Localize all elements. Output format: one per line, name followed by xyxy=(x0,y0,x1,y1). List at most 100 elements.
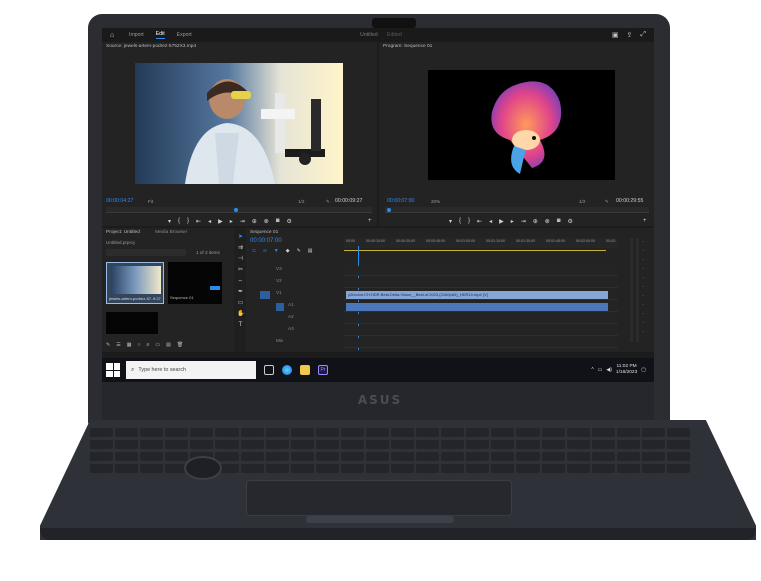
program-zoom-select[interactable]: 20% xyxy=(431,199,440,204)
program-play-icon[interactable]: ▶ xyxy=(499,218,504,225)
taskbar-search-box[interactable]: ⌕ Type here to search xyxy=(126,361,256,379)
list-view-icon[interactable]: ☰ xyxy=(116,342,120,348)
project-item-sequence[interactable]: Sequence 01 xyxy=(168,262,222,304)
track-lane-a2[interactable] xyxy=(344,314,618,324)
work-area-bar[interactable] xyxy=(344,250,606,251)
project-search-input[interactable] xyxy=(106,249,186,256)
fullscreen-icon[interactable]: ⤢ xyxy=(640,31,646,39)
edge-browser-icon[interactable] xyxy=(282,365,292,375)
pen-tool-icon[interactable]: ✒ xyxy=(237,289,244,296)
program-camera-icon[interactable]: ◙ xyxy=(557,218,561,225)
step-forward-icon[interactable]: ▸ xyxy=(230,218,233,225)
snap-icon[interactable]: ⊂ xyxy=(252,248,256,254)
rectangle-tool-icon[interactable]: ▭ xyxy=(237,300,244,307)
track-lane-v2[interactable] xyxy=(344,278,618,288)
premiere-pro-icon[interactable]: Pr xyxy=(318,365,328,375)
source-playhead[interactable] xyxy=(234,208,238,212)
track-header-a1[interactable]: A1 xyxy=(246,302,342,312)
task-view-icon[interactable] xyxy=(264,365,274,375)
workspace-icon[interactable]: ▣ xyxy=(612,31,619,39)
program-add-button-icon[interactable]: + xyxy=(643,218,647,224)
network-icon[interactable]: ▭ xyxy=(598,367,603,373)
program-step-back-icon[interactable]: ◂ xyxy=(489,218,492,225)
slip-tool-icon[interactable]: ⇔ xyxy=(237,278,244,285)
track-header-v3[interactable]: V3 xyxy=(246,266,342,276)
program-mark-out-icon[interactable]: } xyxy=(468,218,470,225)
program-wrench-icon[interactable]: ✎ xyxy=(605,199,609,205)
track-header-v1[interactable]: V1 xyxy=(246,290,342,300)
add-button-icon[interactable]: + xyxy=(368,218,372,224)
track-lane-a1[interactable] xyxy=(344,302,618,312)
track-lane-v1[interactable]: y2bcolor.CH.HDR.Beta.Delta.Vision__Best.… xyxy=(344,290,618,300)
source-timecode[interactable]: 00:00:04:27 xyxy=(106,198,133,204)
program-ruler[interactable] xyxy=(385,207,649,213)
zoom-slider-icon[interactable]: ○ xyxy=(137,342,140,348)
program-timecode[interactable]: 00:00:07:00 xyxy=(387,198,414,204)
timeline-wrench-icon[interactable]: ✎ xyxy=(297,248,301,254)
mark-out-icon[interactable]: } xyxy=(187,218,189,225)
track-header-v2[interactable]: V2 xyxy=(246,278,342,288)
razor-tool-icon[interactable]: ✂ xyxy=(237,267,244,274)
timeline-ruler[interactable]: 00:00 00:00:15:00 00:00:30:00 00:00:45:0… xyxy=(344,238,618,248)
track-lane-a3[interactable] xyxy=(344,326,618,336)
timeline-marker-icon[interactable]: ◆ xyxy=(286,248,290,254)
home-icon[interactable]: ⌂ xyxy=(110,32,117,39)
captions-icon[interactable]: ▤ xyxy=(308,248,313,254)
program-go-to-in-icon[interactable]: ⇤ xyxy=(477,218,482,225)
track-lane-mix[interactable] xyxy=(344,338,618,348)
sequence-timecode[interactable]: 00:00:07:00 xyxy=(250,238,282,244)
selection-tool-icon[interactable]: ➤ xyxy=(237,234,244,241)
program-mark-in-icon[interactable]: { xyxy=(459,218,461,225)
sequence-tab[interactable]: Sequence 01 xyxy=(246,228,622,237)
insert-icon[interactable]: ⊕ xyxy=(252,218,257,225)
source-ruler[interactable] xyxy=(106,207,372,213)
overwrite-icon[interactable]: ⊗ xyxy=(264,218,269,225)
project-item-third[interactable] xyxy=(106,312,158,334)
tab-media-browser[interactable]: Media Browser xyxy=(155,230,187,235)
program-resolution-select[interactable]: 1/2 xyxy=(579,199,585,204)
play-icon[interactable]: ▶ xyxy=(218,218,223,225)
tab-export[interactable]: Export xyxy=(177,32,192,38)
program-monitor-title[interactable]: Program: Sequence 01 xyxy=(379,42,654,51)
camera-icon[interactable]: ◙ xyxy=(276,218,280,225)
track-header-a2[interactable]: A2 xyxy=(246,314,342,324)
marker-icon[interactable]: ▾ xyxy=(168,218,171,225)
go-to-out-icon[interactable]: ⇥ xyxy=(240,218,245,225)
track-header-a3[interactable]: A3 xyxy=(246,326,342,336)
project-item-clip[interactable]: jewels-artem-podrez-57... 9:27 xyxy=(106,262,164,304)
hand-tool-icon[interactable]: ✋ xyxy=(237,311,244,318)
add-marker-icon[interactable]: ▼ xyxy=(274,248,279,254)
ripple-edit-tool-icon[interactable]: ⊣ xyxy=(237,256,244,263)
lift-icon[interactable]: ⊕ xyxy=(533,218,538,225)
new-item-icon[interactable]: ▤ xyxy=(166,342,171,348)
windows-start-icon[interactable] xyxy=(106,363,120,377)
type-tool-icon[interactable]: T xyxy=(237,322,244,329)
volume-icon[interactable]: ◀) xyxy=(606,367,612,373)
program-playhead[interactable] xyxy=(387,208,391,212)
tab-edit[interactable]: Edit xyxy=(155,31,165,39)
share-icon[interactable]: ⇪ xyxy=(627,31,633,39)
tab-import[interactable]: Import xyxy=(129,32,144,38)
linked-selection-icon[interactable]: ∞ xyxy=(263,248,267,254)
track-lane-v3[interactable] xyxy=(344,266,618,276)
notification-icon[interactable]: ▢ xyxy=(641,367,646,373)
trash-icon[interactable]: 🗑 xyxy=(177,342,183,348)
file-explorer-icon[interactable] xyxy=(300,365,310,375)
step-back-icon[interactable]: ◂ xyxy=(208,218,211,225)
audio-clip[interactable] xyxy=(346,303,608,311)
go-to-in-icon[interactable]: ⇤ xyxy=(196,218,201,225)
sort-icon[interactable]: ≡ xyxy=(146,342,149,348)
program-marker-icon[interactable]: ▾ xyxy=(449,218,452,225)
tray-chevron-icon[interactable]: ^ xyxy=(591,367,593,373)
mark-in-icon[interactable]: { xyxy=(178,218,180,225)
program-go-to-out-icon[interactable]: ⇥ xyxy=(521,218,526,225)
new-bin-icon[interactable]: ▭ xyxy=(155,342,160,348)
program-settings-icon[interactable]: ⚙ xyxy=(567,218,572,225)
source-monitor-title[interactable]: Source: jewels-artem-podrez-5752X3.mp4 xyxy=(102,42,377,51)
source-fit-select[interactable]: Fit xyxy=(148,199,153,204)
source-zoom-select[interactable]: 1/2 xyxy=(298,199,304,204)
tab-project[interactable]: Project: Untitled xyxy=(106,230,140,235)
track-select-tool-icon[interactable]: ⇉ xyxy=(237,245,244,252)
video-clip[interactable]: y2bcolor.CH.HDR.Beta.Delta.Vision__Best.… xyxy=(346,291,608,299)
wrench-icon[interactable]: ✎ xyxy=(326,199,330,205)
